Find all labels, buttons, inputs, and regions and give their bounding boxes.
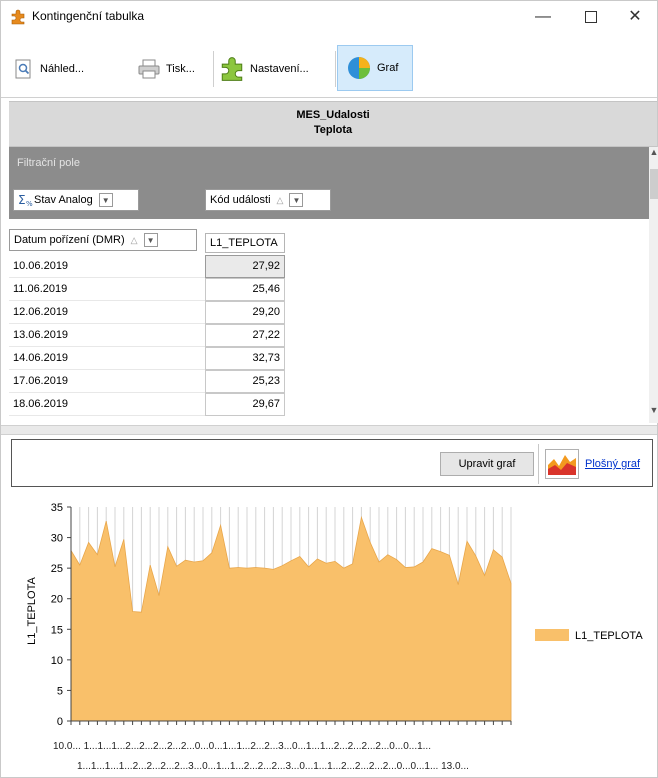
pie-chart-icon <box>348 57 370 79</box>
settings-button[interactable]: Nastavení... <box>219 47 339 91</box>
row-date: 11.06.2019 <box>13 283 68 295</box>
row-value[interactable]: 32,73 <box>205 347 285 370</box>
y-tick-label: 15 <box>51 624 63 636</box>
row-value[interactable]: 29,67 <box>205 393 285 416</box>
y-tick-label: 10 <box>51 655 63 667</box>
x-tick-labels-row2: 1...1...1...1...2...2...2...2...3...0...… <box>77 761 469 772</box>
print-button[interactable]: Tisk... <box>137 47 217 91</box>
row-date: 17.06.2019 <box>13 375 69 387</box>
sort-ascending-icon[interactable]: △ <box>277 195 284 206</box>
table-row[interactable]: 14.06.2019 32,73 <box>9 347 299 370</box>
chevron-down-icon[interactable]: ▼ <box>98 193 113 207</box>
field-label: Kód události <box>210 194 271 206</box>
report-title: MES_Udalosti <box>296 109 370 121</box>
report-header: MES_Udalosti Teplota <box>9 101 657 147</box>
toolbar-divider <box>1 97 657 98</box>
y-tick-label: 25 <box>51 563 63 575</box>
toolbar: Náhled... Tisk... Nastavení... Graf <box>7 45 657 91</box>
y-tick-label: 0 <box>57 716 63 728</box>
maximize-icon <box>585 10 597 23</box>
filter-area[interactable]: Filtrační pole <box>9 147 649 179</box>
row-divider <box>9 415 205 416</box>
row-value[interactable]: 27,22 <box>205 324 285 347</box>
legend-swatch <box>535 629 569 641</box>
table-row[interactable]: 18.06.2019 29,67 <box>9 393 299 416</box>
y-tick-label: 30 <box>51 533 63 545</box>
svg-text:%: % <box>26 200 33 207</box>
row-date: 14.06.2019 <box>13 352 69 364</box>
graph-label: Graf <box>377 62 399 74</box>
pivot-grid: Filtrační pole Σ % Stav Analog ▼ Kód udá… <box>9 147 649 423</box>
field-kod-udalosti[interactable]: Kód události △ ▼ <box>205 189 331 211</box>
settings-label: Nastavení... <box>250 63 309 75</box>
sigma-icon: Σ % <box>18 193 33 207</box>
area-chart-link[interactable]: Plošný graf <box>585 458 640 470</box>
svg-text:Σ: Σ <box>18 193 26 207</box>
preview-button[interactable]: Náhled... <box>13 47 143 91</box>
graph-button[interactable]: Graf <box>337 45 413 91</box>
table-row[interactable]: 13.06.2019 27,22 <box>9 324 299 347</box>
row-date: 12.06.2019 <box>13 306 69 318</box>
row-date: 13.06.2019 <box>13 329 69 341</box>
table-row[interactable]: 17.06.2019 25,23 <box>9 370 299 393</box>
field-stav-analog[interactable]: Σ % Stav Analog ▼ <box>13 189 139 211</box>
toolbar-separator <box>213 51 214 87</box>
panel-splitter[interactable] <box>1 425 657 435</box>
pivot-vertical-scrollbar[interactable]: ▲ ▼ <box>649 147 658 423</box>
edit-chart-button[interactable]: Upravit graf <box>440 452 534 476</box>
y-tick-label: 35 <box>51 502 63 514</box>
toolbar-separator <box>335 51 336 87</box>
y-tick-label: 20 <box>51 594 63 606</box>
table-row[interactable]: 11.06.2019 25,46 <box>9 278 299 301</box>
window-title: Kontingenční tabulka <box>32 9 145 23</box>
table-row[interactable]: 10.06.2019 27,92 <box>9 255 299 278</box>
legend-label: L1_TEPLOTA <box>575 630 643 642</box>
column-field-area: Σ % Stav Analog ▼ Kód události △ ▼ <box>9 179 649 219</box>
table-row[interactable]: 12.06.2019 29,20 <box>9 301 299 324</box>
area-chart: 0 5 10 15 20 25 30 35 L1_TEPLOTA 10.0... 1...1.… <box>26 502 643 772</box>
maximize-button[interactable] <box>571 5 611 29</box>
sort-ascending-icon[interactable]: △ <box>131 235 138 246</box>
title-bar[interactable]: Kontingenční tabulka — ✕ <box>1 1 657 33</box>
minimize-button[interactable]: — <box>523 5 563 29</box>
x-tick-labels-row1: 10.0... 1...1...1...2...2...2...2...2...… <box>53 741 431 752</box>
chevron-down-icon[interactable]: ▼ <box>143 233 158 247</box>
chart-toolbar: Upravit graf Plošný graf <box>11 439 653 487</box>
field-label: Stav Analog <box>34 194 93 206</box>
filter-area-label: Filtrační pole <box>17 157 80 169</box>
area-chart-icon <box>545 449 579 479</box>
field-datum-porizeni[interactable]: Datum pořízení (DMR) △ ▼ <box>9 229 197 251</box>
field-label: Datum pořízení (DMR) <box>14 234 125 246</box>
row-date: 10.06.2019 <box>13 260 69 272</box>
printer-icon <box>138 59 160 79</box>
y-tick-label: 5 <box>57 685 63 697</box>
chevron-down-icon[interactable]: ▼ <box>289 193 304 207</box>
row-value[interactable]: 25,46 <box>205 278 285 301</box>
area-chart-type-button[interactable]: Plošný graf <box>538 444 652 484</box>
row-date: 18.06.2019 <box>13 398 69 410</box>
y-axis-label: L1_TEPLOTA <box>26 577 38 645</box>
preview-icon <box>15 59 31 79</box>
preview-label: Náhled... <box>40 63 85 75</box>
pivot-window: Kontingenční tabulka — ✕ Náhled... Tisk.… <box>0 0 658 778</box>
row-value[interactable]: 25,23 <box>205 370 285 393</box>
puzzle-settings-icon <box>221 57 243 81</box>
print-label: Tisk... <box>166 63 195 75</box>
report-subtitle: Teplota <box>313 124 353 136</box>
scroll-thumb[interactable] <box>650 169 658 199</box>
row-value[interactable]: 29,20 <box>205 301 285 324</box>
scroll-up-icon[interactable]: ▲ <box>649 147 658 161</box>
close-button[interactable]: ✕ <box>615 5 655 29</box>
scroll-down-icon[interactable]: ▼ <box>649 405 658 419</box>
row-value[interactable]: 27,92 <box>205 255 285 278</box>
value-column-header[interactable]: L1_TEPLOTA <box>205 233 285 253</box>
puzzle-app-icon <box>11 9 25 25</box>
